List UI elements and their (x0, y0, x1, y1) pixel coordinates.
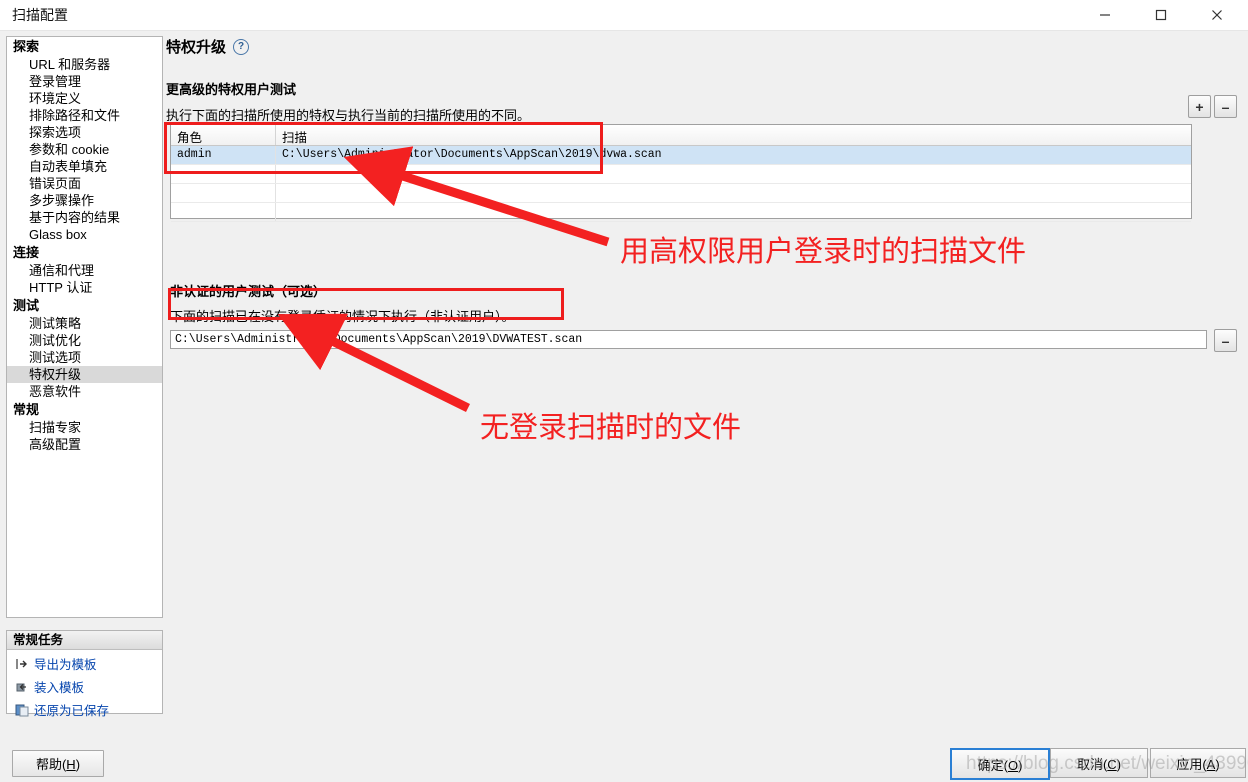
sidebar-item[interactable]: 排除路径和文件 (7, 107, 162, 124)
unauthenticated-section-title: 非认证的用户测试（可选） (170, 284, 327, 299)
watermark-text: https://blog.csdn.net/weixin_43990565 (966, 753, 1248, 774)
export-template-icon (15, 657, 29, 671)
page-title: 特权升级 ? (166, 36, 1242, 57)
cell-role (171, 203, 276, 221)
add-role-button[interactable]: + (1188, 95, 1211, 118)
cell-role (171, 165, 276, 183)
privilege-escalation-pane: 特权升级 ? 更高级的特权用户测试 执行下面的扫描所使用的特权与执行当前的扫描所… (166, 36, 1242, 736)
sidebar-group-3: 常规 (13, 402, 40, 417)
sidebar-item[interactable]: 测试选项 (7, 349, 162, 366)
page-title-text: 特权升级 (166, 39, 227, 56)
sidebar-item[interactable]: URL 和服务器 (7, 56, 162, 73)
sidebar-group-0: 探索 (13, 39, 40, 54)
unauthenticated-scan-path-input[interactable]: C:\Users\Administrator\Documents\AppScan… (170, 330, 1207, 349)
sidebar-item[interactable]: 参数和 cookie (7, 141, 162, 158)
sidebar-item[interactable]: HTTP 认证 (7, 279, 162, 296)
sidebar-item[interactable]: 多步骤操作 (7, 192, 162, 209)
sidebar-item[interactable]: 恶意软件 (7, 383, 162, 400)
sidebar-item[interactable]: 错误页面 (7, 175, 162, 192)
task-item[interactable]: 装入模板 (7, 677, 162, 696)
cell-scan-path: C:\Users\Administrator\Documents\AppScan… (282, 148, 662, 161)
privileged-users-table[interactable]: 角色 扫描 admin C:\Users\Administrator\Docume… (170, 124, 1192, 222)
window-title: 扫描配置 (12, 7, 68, 23)
sidebar-group-1: 连接 (13, 245, 40, 260)
task-item[interactable]: 还原为已保存 (7, 700, 162, 719)
table-row[interactable]: admin C:\Users\Administrator\Documents\Ap… (171, 146, 1191, 165)
table-row[interactable] (171, 184, 1191, 203)
general-tasks-list[interactable]: 导出为模板装入模板还原为已保存 (7, 654, 162, 719)
sidebar-group-2: 测试 (13, 298, 40, 313)
privileged-section-title: 更高级的特权用户测试 (166, 82, 297, 97)
remove-unauthenticated-scan-button[interactable]: – (1214, 329, 1237, 352)
cell-scan-path (276, 203, 1191, 221)
task-item-label: 导出为模板 (34, 658, 97, 672)
unauthenticated-section-description: 下面的扫描已在没有登录凭证的情况下执行（非认证用户）。 (170, 309, 515, 324)
table-row[interactable] (171, 203, 1191, 222)
minimize-button[interactable] (1082, 0, 1128, 30)
help-button[interactable]: 帮助(H) (12, 750, 104, 777)
remove-role-button[interactable]: – (1214, 95, 1237, 118)
general-tasks-header: 常规任务 (7, 631, 162, 650)
task-item[interactable]: 导出为模板 (7, 654, 162, 673)
sidebar-item[interactable]: 扫描专家 (7, 419, 162, 436)
cell-scan-path (276, 165, 1191, 183)
settings-navigation-tree[interactable]: 探索 URL 和服务器 登录管理 环境定义 排除路径和文件 探索选项 参数和 cookie 自… (6, 36, 163, 618)
task-item-label: 还原为已保存 (34, 704, 110, 718)
help-button-label: 帮助(H) (35, 757, 81, 772)
sidebar-item[interactable]: 基于内容的结果 (7, 209, 162, 226)
sidebar-item[interactable]: 探索选项 (7, 124, 162, 141)
sidebar-item[interactable]: 自动表单填充 (7, 158, 162, 175)
cell-scan-path (276, 184, 1191, 202)
column-header-role: 角色 (171, 125, 276, 145)
close-button[interactable] (1194, 0, 1240, 30)
general-tasks-panel: 常规任务 导出为模板装入模板还原为已保存 (6, 630, 163, 718)
sidebar-item[interactable]: 登录管理 (7, 73, 162, 90)
privileged-section-description: 执行下面的扫描所使用的特权与执行当前的扫描所使用的不同。 (166, 108, 531, 123)
sidebar-item[interactable]: Glass box (7, 226, 162, 243)
sidebar-item[interactable]: 通信和代理 (7, 262, 162, 279)
column-header-scan: 扫描 (282, 131, 308, 145)
table-row[interactable] (171, 165, 1191, 184)
restore-saved-icon (15, 703, 29, 717)
cell-role: admin (171, 146, 276, 164)
table-body[interactable]: admin C:\Users\Administrator\Documents\Ap… (171, 146, 1191, 222)
table-header-row: 角色 扫描 (171, 125, 1191, 146)
sidebar-item[interactable]: 测试优化 (7, 332, 162, 349)
cell-role (171, 184, 276, 202)
load-template-icon (15, 680, 29, 694)
sidebar-item[interactable]: 测试策略 (7, 315, 162, 332)
sidebar-item[interactable]: 环境定义 (7, 90, 162, 107)
sidebar-item[interactable]: 特权升级 (7, 366, 162, 383)
help-circle-icon[interactable]: ? (233, 38, 250, 55)
task-item-label: 装入模板 (34, 681, 85, 695)
sidebar-item[interactable]: 高级配置 (7, 436, 162, 453)
maximize-button[interactable] (1138, 0, 1184, 30)
window-titlebar: 扫描配置 (0, 0, 1248, 31)
